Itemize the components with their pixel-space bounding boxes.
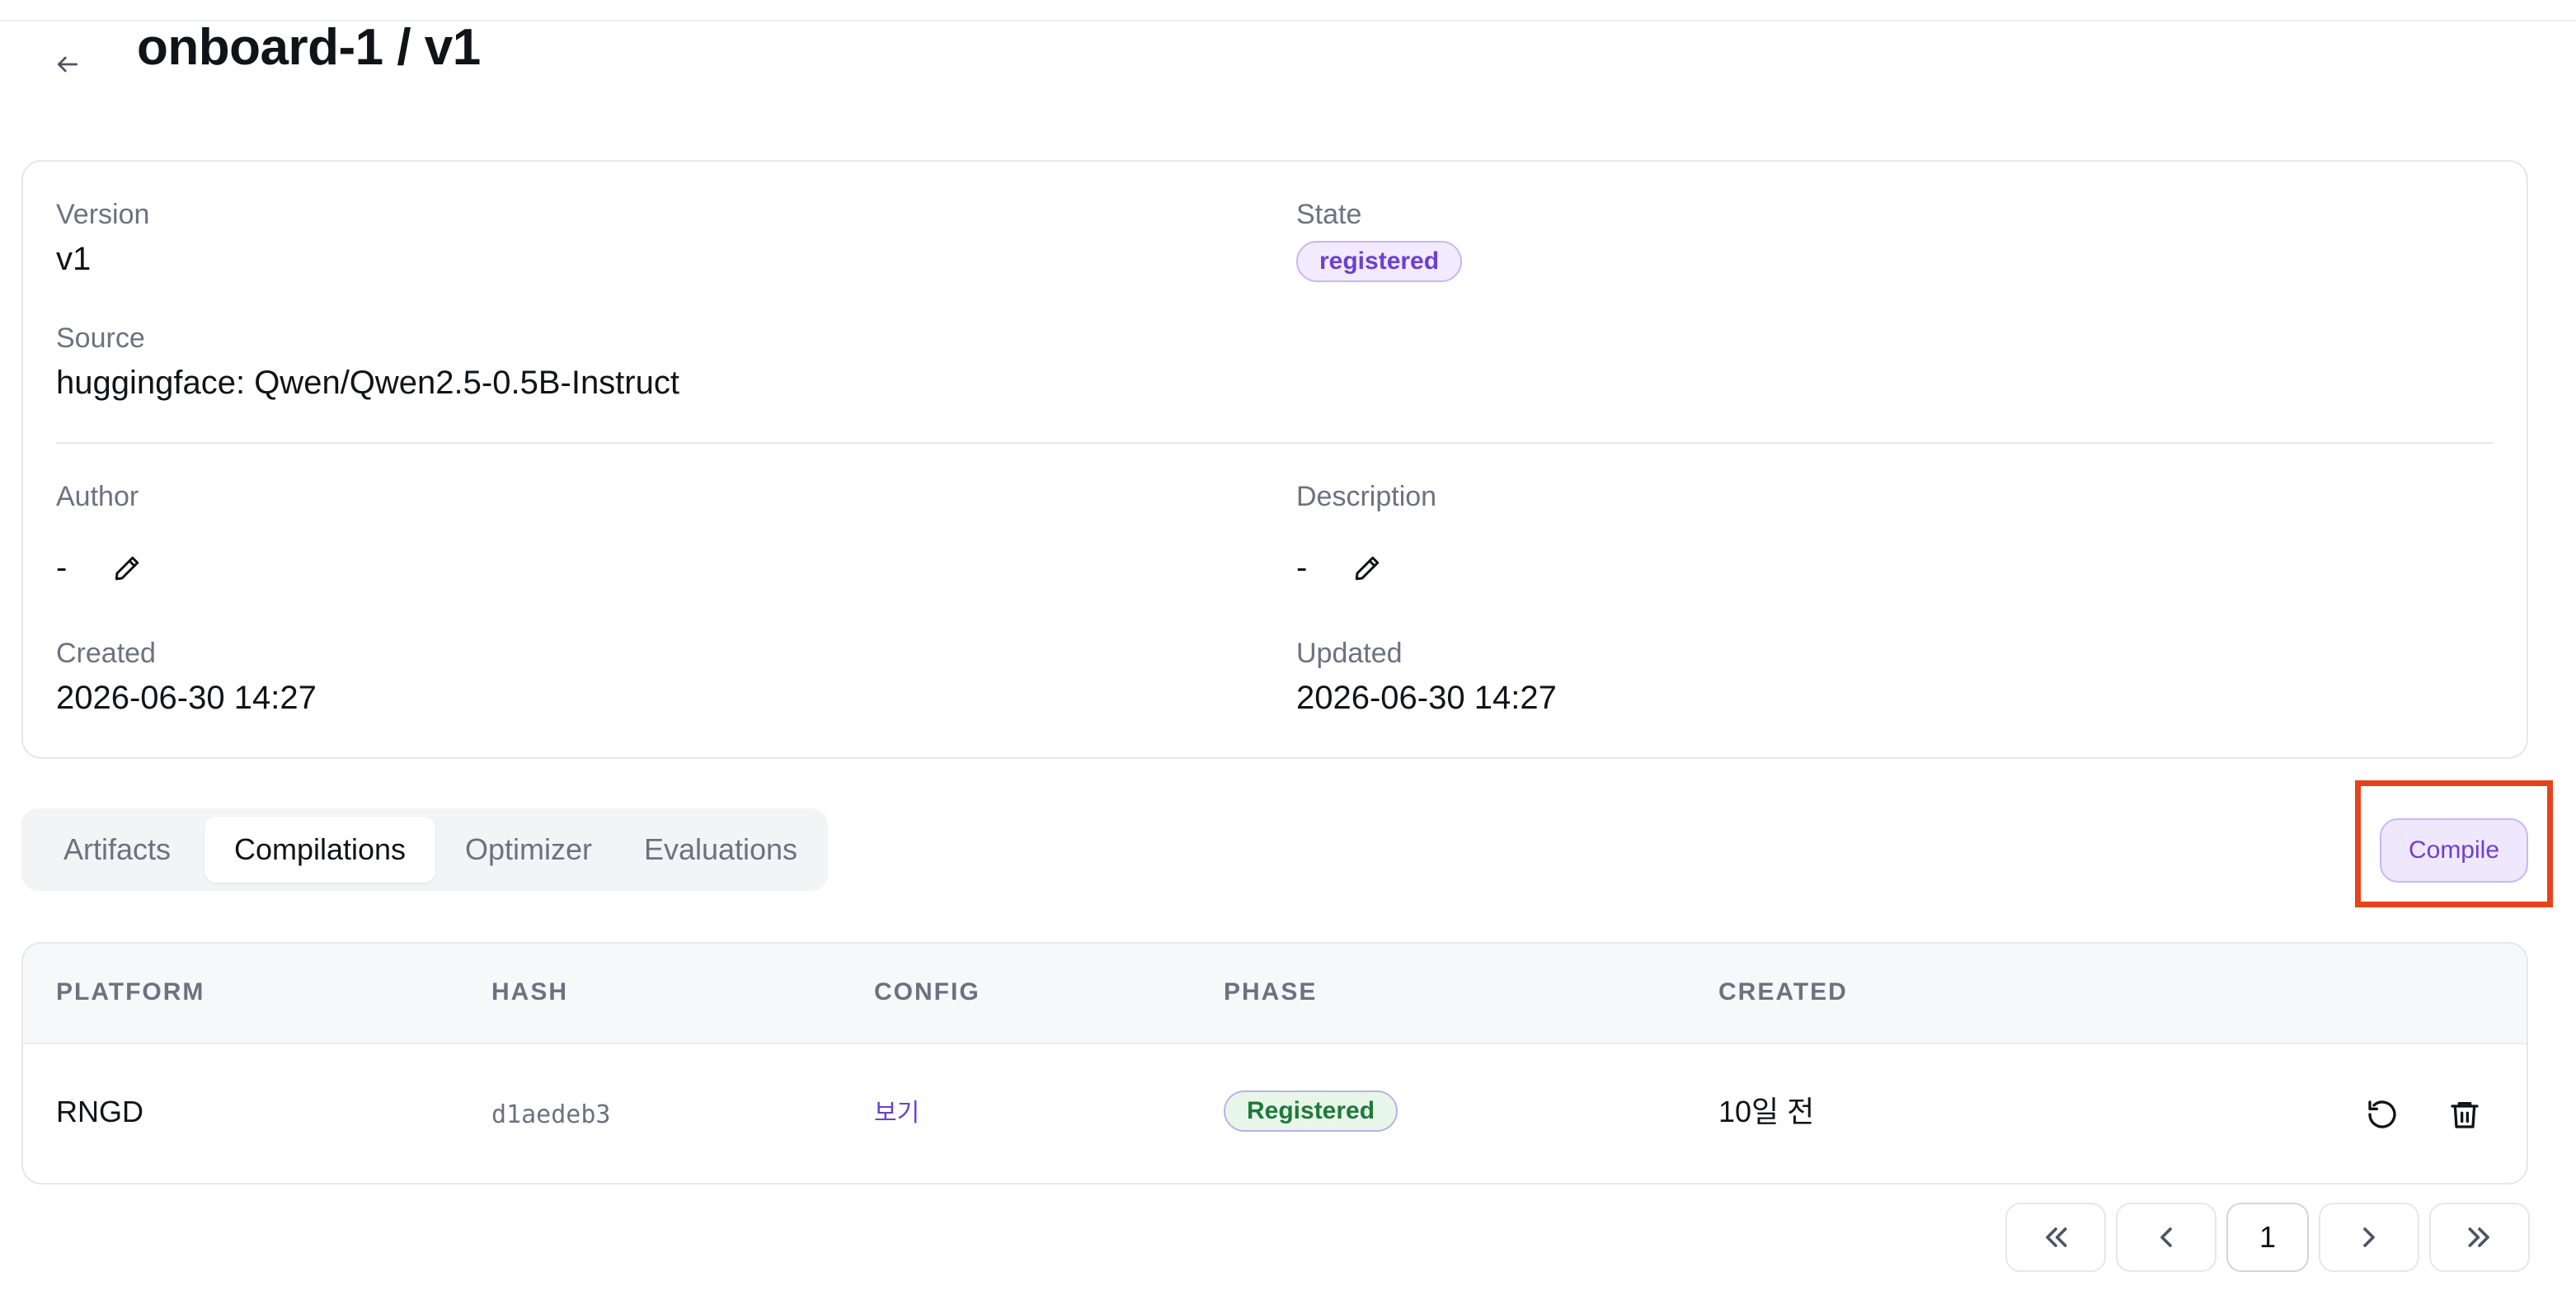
compile-button[interactable]: Compile [2380, 818, 2528, 883]
created-field: Created 2026-06-30 14:27 [56, 637, 317, 718]
model-details-card: Version v1 State registered Source huggi… [21, 160, 2528, 759]
pencil-icon[interactable] [112, 553, 142, 583]
tab-compilations[interactable]: Compilations [204, 817, 435, 883]
back-button[interactable] [51, 48, 84, 81]
updated-field: Updated 2026-06-30 14:27 [1296, 637, 1557, 718]
state-label: State [1296, 199, 1362, 230]
trash-icon [2451, 1102, 2479, 1128]
source-field: Source huggingface: Qwen/Qwen2.5-0.5B-In… [56, 322, 679, 403]
arrow-left-icon [58, 56, 78, 73]
description-label: Description [1296, 481, 1437, 512]
tab-artifacts[interactable]: Artifacts [30, 817, 204, 883]
next-page-button[interactable] [2319, 1203, 2419, 1272]
cell-created: 10일 전 [1718, 1095, 1815, 1128]
table-row: RNGD d1aedeb3 보기 Registered 10일 전 [23, 1044, 2527, 1183]
column-header-config[interactable]: CONFIG [874, 978, 980, 1006]
page-number-button[interactable]: 1 [2226, 1203, 2309, 1272]
source-label: Source [56, 323, 145, 354]
prev-page-button[interactable] [2116, 1203, 2216, 1272]
version-field: Version v1 [56, 198, 149, 279]
retry-icon [2368, 1100, 2396, 1128]
description-value: - [1296, 549, 1308, 586]
table-header: PLATFORM HASH CONFIG PHASE CREATED [23, 944, 2527, 1044]
created-label: Created [56, 638, 156, 669]
tab-bar: Artifacts Compilations Optimizer Evaluat… [21, 808, 828, 891]
config-view-link[interactable]: 보기 [874, 1094, 919, 1133]
details-divider [56, 442, 2494, 444]
author-field: Author - [56, 480, 142, 586]
last-page-button[interactable] [2429, 1203, 2530, 1272]
tab-optimizer[interactable]: Optimizer [435, 817, 622, 883]
source-value: huggingface: Qwen/Qwen2.5-0.5B-Instruct [56, 365, 679, 401]
column-header-hash[interactable]: HASH [491, 978, 568, 1006]
column-header-created[interactable]: CREATED [1718, 978, 1848, 1006]
column-header-phase[interactable]: PHASE [1224, 978, 1317, 1006]
updated-value: 2026-06-30 14:27 [1296, 680, 1557, 716]
chevron-left-icon [2160, 1227, 2172, 1247]
pencil-icon[interactable] [1352, 553, 1382, 583]
chevron-right-icon [2363, 1227, 2375, 1247]
page-title: onboard-1 / v1 [137, 19, 481, 76]
author-label: Author [56, 481, 139, 512]
author-value: - [56, 549, 68, 586]
first-page-button[interactable] [2005, 1203, 2106, 1272]
chevrons-right-icon [2468, 1227, 2489, 1247]
retry-button[interactable] [2362, 1094, 2403, 1135]
chevrons-left-icon [2046, 1227, 2067, 1247]
tab-evaluations[interactable]: Evaluations [622, 817, 820, 883]
version-value: v1 [56, 241, 92, 277]
state-field: State registered [1296, 198, 1463, 282]
state-badge: registered [1296, 241, 1463, 282]
cell-hash: d1aedeb3 [491, 1100, 611, 1129]
compilations-table: PLATFORM HASH CONFIG PHASE CREATED RNGD … [21, 942, 2528, 1185]
updated-label: Updated [1296, 638, 1403, 669]
phase-badge: Registered [1224, 1090, 1398, 1132]
created-value: 2026-06-30 14:27 [56, 680, 317, 716]
version-label: Version [56, 199, 150, 230]
delete-button[interactable] [2444, 1094, 2485, 1135]
description-field: Description - [1296, 480, 1436, 586]
column-header-platform[interactable]: PLATFORM [56, 978, 204, 1006]
cell-platform: RNGD [56, 1095, 143, 1128]
